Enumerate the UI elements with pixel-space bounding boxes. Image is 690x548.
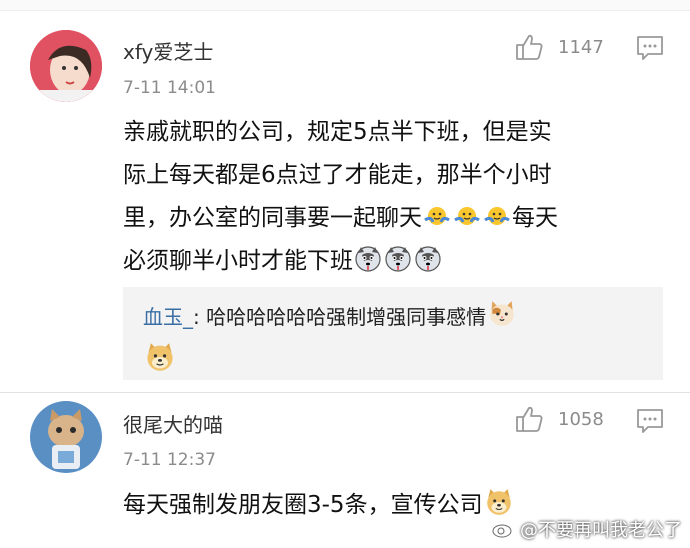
comment-body: 亲戚就职的公司，规定5点半下班，但是实 际上每天都是6点过了才能走，那半个小时 … (123, 111, 668, 283)
username[interactable]: 很尾大的喵 (123, 409, 223, 438)
comment-icon[interactable] (636, 408, 664, 434)
husky-emoji-icon (385, 246, 411, 272)
comment-time: 7-11 12:37 (123, 450, 216, 470)
comment-time: 7-11 14:01 (123, 78, 216, 98)
thumbs-up-icon (516, 406, 543, 432)
cat-emoji-icon (490, 301, 514, 326)
husky-emoji-icon (355, 246, 381, 272)
comment-divider (0, 392, 690, 393)
comment-line: 里，办公室的同事要一起聊天 每天 (123, 197, 668, 240)
like-button[interactable]: 1147 (514, 32, 604, 62)
comment-line-text: 每天强制发朋友圈3-5条，宣传公司 (123, 492, 483, 518)
hug-emoji-icon (424, 207, 450, 225)
comment-icon[interactable] (636, 35, 664, 61)
top-divider (0, 0, 690, 11)
reply-separator: : (193, 305, 207, 329)
like-count: 1147 (558, 36, 604, 58)
avatar[interactable] (30, 30, 102, 102)
comment-line-text: 每天 (512, 205, 558, 231)
reply-username[interactable]: 血玉_ (143, 305, 193, 329)
comment-line: 际上每天都是6点过了才能走，那半个小时 (123, 162, 552, 188)
like-count: 1058 (558, 408, 604, 430)
comment-line: 必须聊半小时才能下班 (123, 240, 668, 283)
comment-line-text: 必须聊半小时才能下班 (123, 248, 353, 274)
watermark-text: @不要再叫我老公了 (520, 520, 682, 541)
comment-line: 亲戚就职的公司，规定5点半下班，但是实 (123, 119, 552, 145)
avatar[interactable] (30, 401, 102, 473)
doge-emoji-icon (147, 343, 173, 371)
hug-emoji-icon (454, 207, 480, 225)
hug-emoji-icon (484, 207, 510, 225)
reply-line: 血玉_: 哈哈哈哈哈哈强制增强同事感情 (143, 299, 518, 330)
thumbs-up-icon (516, 34, 543, 60)
comment-body: 每天强制发朋友圈3-5条，宣传公司 (123, 484, 515, 527)
username[interactable]: xfy爱芝士 (123, 36, 213, 65)
weibo-logo-icon (492, 521, 515, 538)
reply-box[interactable]: 血玉_: 哈哈哈哈哈哈强制增强同事感情 (123, 287, 663, 380)
doge-emoji-icon (486, 489, 511, 515)
like-button[interactable]: 1058 (514, 404, 604, 434)
husky-emoji-icon (415, 246, 441, 272)
comment-line-text: 里，办公室的同事要一起聊天 (123, 205, 422, 231)
reply-text: 哈哈哈哈哈哈强制增强同事感情 (206, 305, 487, 329)
watermark: @不要再叫我老公了 (492, 516, 682, 542)
